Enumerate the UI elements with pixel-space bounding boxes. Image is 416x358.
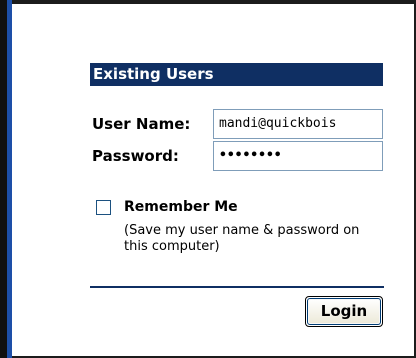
- username-input[interactable]: mandi@quickbois: [213, 109, 383, 139]
- existing-users-header: Existing Users: [90, 63, 383, 86]
- remember-me-checkbox[interactable]: [96, 200, 111, 215]
- username-label: User Name:: [92, 115, 191, 133]
- window-border-left: [0, 0, 7, 358]
- password-label: Password:: [92, 147, 179, 165]
- form-divider: [90, 286, 384, 288]
- login-button[interactable]: Login: [305, 296, 383, 327]
- window-accent-bar: [7, 0, 12, 358]
- password-input[interactable]: ••••••••: [213, 141, 383, 171]
- remember-me-note: (Save my user name & password on this co…: [124, 223, 360, 254]
- remember-me-label[interactable]: Remember Me: [124, 199, 238, 215]
